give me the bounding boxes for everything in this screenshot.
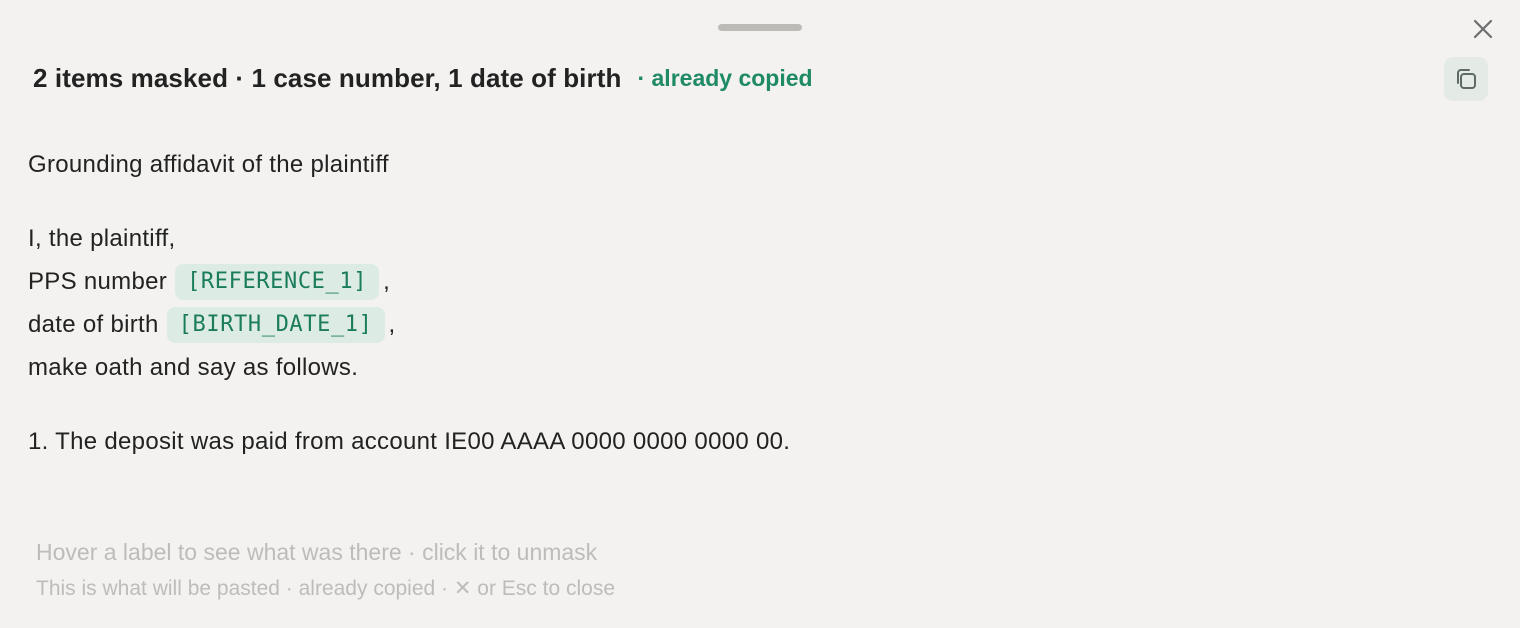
footer-status: This is what will be pasted · already co… <box>36 577 616 600</box>
document-oath: make oath and say as follows. <box>28 353 359 381</box>
footer: Hover a label to see what was there · cl… <box>36 535 615 607</box>
drag-handle[interactable] <box>718 24 802 31</box>
footer-hint: Hover a label to see what was there · cl… <box>36 539 598 565</box>
masked-preview-panel: 2 items masked · 1 case number, 1 date o… <box>0 0 1520 628</box>
masked-document: Grounding affidavit of the plaintiff I, … <box>28 143 790 463</box>
close-button[interactable] <box>1466 12 1500 46</box>
pps-label: PPS number <box>28 267 168 295</box>
document-paragraph-1: 1. The deposit was paid from account IE0… <box>28 427 791 455</box>
mask-label-reference[interactable]: [REFERENCE_1] <box>175 263 380 300</box>
mask-label-birth-date[interactable]: [BIRTH_DATE_1] <box>166 306 385 343</box>
dob-suffix: , <box>388 310 396 338</box>
close-icon <box>1473 19 1493 39</box>
pps-line: PPS number [REFERENCE_1] , <box>28 260 790 303</box>
copied-status: · already copied <box>637 64 813 91</box>
dob-label: date of birth <box>28 310 159 338</box>
copy-button[interactable] <box>1444 57 1488 101</box>
copy-icon <box>1457 69 1476 89</box>
document-heading: Grounding affidavit of the plaintiff <box>28 150 389 178</box>
pps-suffix: , <box>383 267 391 295</box>
dob-line: date of birth [BIRTH_DATE_1] , <box>28 303 790 346</box>
document-intro: I, the plaintiff, <box>28 224 176 252</box>
masked-summary-title: 2 items masked · 1 case number, 1 date o… <box>33 62 622 93</box>
header: 2 items masked · 1 case number, 1 date o… <box>33 58 813 98</box>
